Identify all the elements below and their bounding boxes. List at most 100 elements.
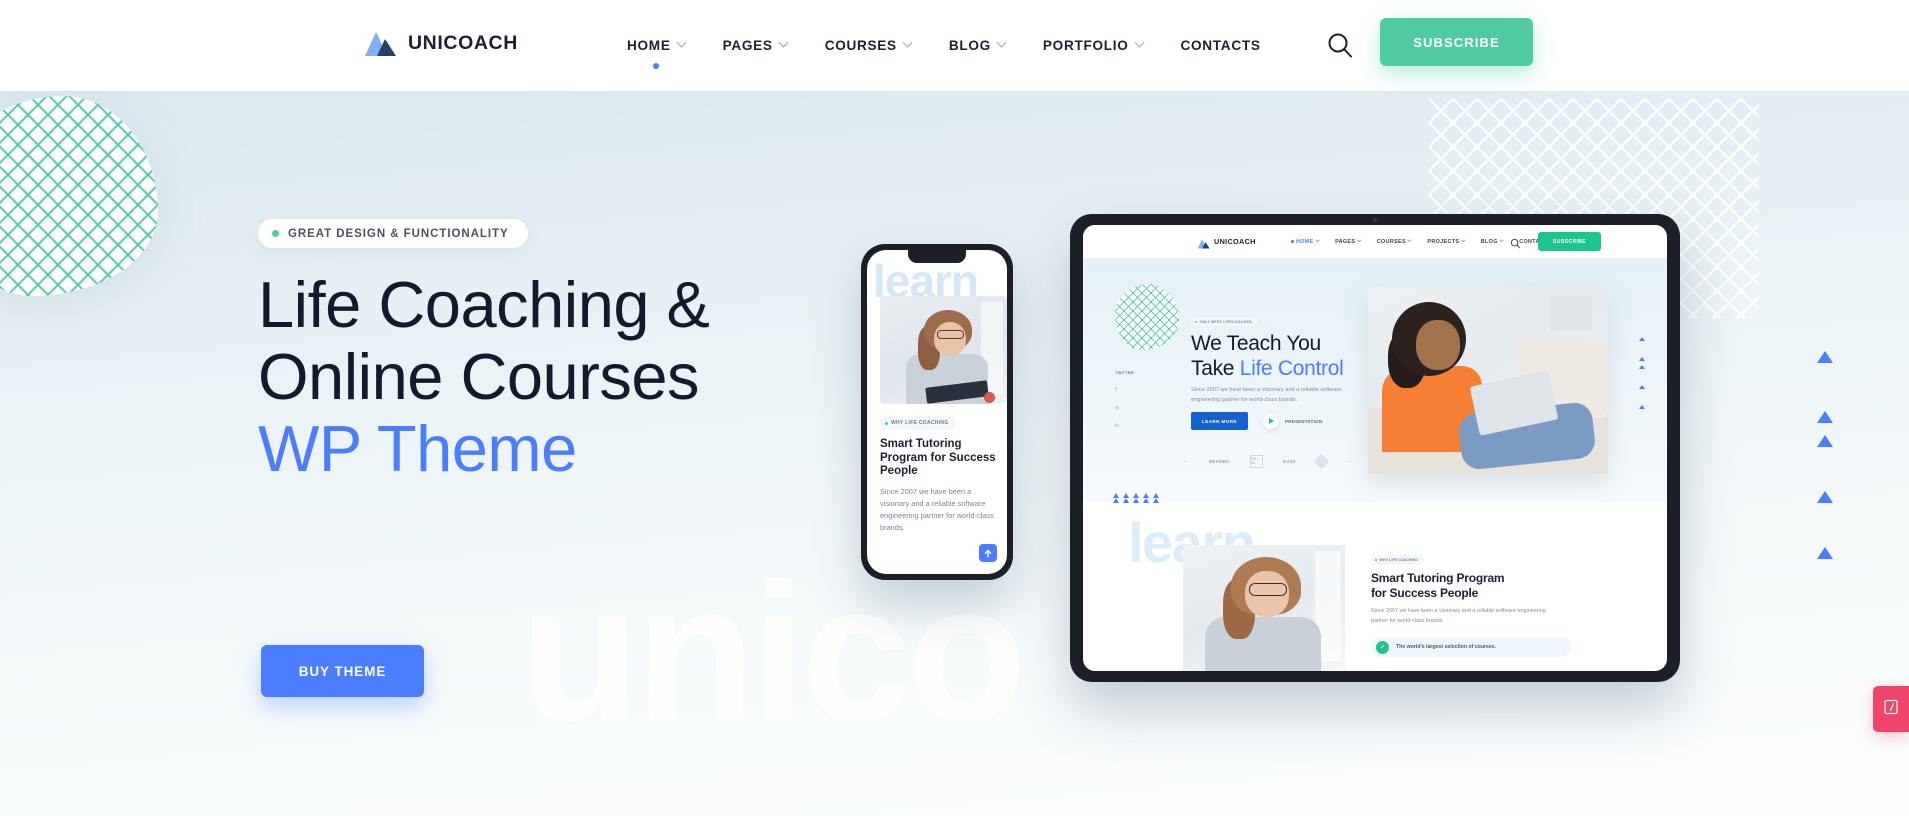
hero-title: Life Coaching & Online Courses WP Theme: [258, 268, 710, 485]
nav-item-home[interactable]: HOME: [608, 0, 704, 91]
tablet-social-rail: TWITTER f ◎ in: [1115, 370, 1134, 429]
tablet-logo[interactable]: UNICOACH: [1197, 236, 1256, 249]
tablet-nav-item-courses[interactable]: COURSES: [1369, 237, 1420, 245]
nav-item-courses[interactable]: COURSES: [806, 0, 930, 91]
tablet-hero-photo: [1368, 286, 1608, 474]
title-line2-plain: Take: [1191, 357, 1240, 380]
title-line1: We Teach You: [1191, 332, 1321, 355]
nav-item-blog[interactable]: BLOG: [930, 0, 1024, 91]
heading-line2: for Success People: [1371, 586, 1479, 600]
carousel-prev-icon[interactable]: ←: [1183, 458, 1189, 464]
nav-label: PAGES: [1335, 238, 1356, 245]
nav-label: HOME: [627, 38, 671, 53]
play-icon: [1263, 413, 1278, 429]
search-icon[interactable]: [1325, 30, 1356, 61]
tablet-learn-more-button[interactable]: LEARN MORE: [1191, 412, 1248, 430]
tablet-nav-item-blog[interactable]: BLOG: [1473, 237, 1511, 245]
arrow-up-icon[interactable]: [979, 544, 997, 562]
tablet-section-badge: WHY LIFE COACHING: [1371, 555, 1425, 564]
tablet-presentation-button[interactable]: PRESENTATION: [1263, 412, 1322, 430]
tablet-nav-item-home[interactable]: HOME: [1283, 237, 1327, 245]
triangle-icon: [1123, 498, 1129, 503]
nav-item-portfolio[interactable]: PORTFOLIO: [1024, 0, 1162, 91]
hero-section: unico GREAT DESIGN & FUNCTIONALITY Life …: [0, 91, 1909, 816]
nav-item-contacts[interactable]: CONTACTS: [1162, 0, 1280, 91]
title-line2-accent: Life Control: [1239, 357, 1344, 380]
nav-label: PORTFOLIO: [1042, 38, 1129, 53]
feedback-icon: [1883, 699, 1899, 720]
logo[interactable]: UNICOACH: [363, 29, 518, 57]
chevron-down-icon: [1315, 237, 1320, 243]
chevron-down-icon: [1134, 37, 1144, 48]
triangle-icon: [1143, 498, 1149, 503]
brand-hex-icon[interactable]: [1313, 453, 1330, 469]
tablet-secondary-photo: [1183, 545, 1345, 671]
social-label[interactable]: TWITTER: [1115, 370, 1134, 375]
chevron-down-icon: [1461, 237, 1466, 243]
tablet-section-heading: Smart Tutoring Program for Success Peopl…: [1371, 571, 1561, 601]
brand-logo[interactable]: BRAMBO: [1209, 459, 1230, 464]
triangle-icon: [1817, 547, 1833, 559]
active-dot-icon: [1291, 240, 1294, 243]
photo-face: [1416, 320, 1460, 370]
brand-logo[interactable]: FIR / SK: [1249, 454, 1263, 468]
chevron-down-icon: [676, 37, 687, 48]
subscribe-button[interactable]: SUBSCRIBE: [1380, 18, 1533, 66]
triangle-icon: [1639, 357, 1645, 361]
tablet-hero: TWITTER f ◎ in ONLY BEST LIFECOACHES We …: [1083, 258, 1667, 502]
tablet-nav-item-pages[interactable]: PAGES: [1327, 237, 1369, 245]
photo-apple: [984, 392, 995, 403]
triangle-icon: [1817, 351, 1833, 363]
chevron-down-icon: [1499, 237, 1504, 243]
brand-logo[interactable]: KUSS: [1283, 459, 1296, 464]
check-icon: ✓: [1376, 640, 1389, 654]
buy-theme-button[interactable]: BUY THEME: [261, 645, 424, 697]
tablet-feature-chip: ✓ The world's largest selection of cours…: [1371, 637, 1571, 657]
nav-item-pages[interactable]: PAGES: [704, 0, 806, 91]
logo-text: UNICOACH: [408, 31, 518, 54]
instagram-icon[interactable]: ◎: [1115, 405, 1119, 411]
triangle-icon: [1817, 491, 1833, 503]
triangle-icon: [1133, 498, 1139, 503]
hero-title-line1: Life Coaching &: [258, 268, 710, 341]
chevron-down-icon: [996, 37, 1007, 48]
mountain-logo-icon: [1197, 236, 1210, 249]
phone-hero-photo: [880, 296, 1007, 404]
decorative-triangle-column: [1639, 337, 1645, 409]
triangle-icon: [1113, 498, 1119, 503]
badge-dot-icon: [272, 230, 279, 237]
photo-face: [934, 322, 966, 356]
chevron-down-icon: [1407, 237, 1413, 243]
phone-screen: learn WHY LIFE COACHING Smart Tutoring P…: [867, 250, 1007, 574]
feature-label: The world's largest selection of courses…: [1396, 644, 1497, 650]
photo-glasses: [937, 330, 964, 339]
nav-label: CONTACTS: [1180, 38, 1261, 53]
nav-label: HOME: [1296, 238, 1314, 245]
main-navigation: HOME PAGES COURSES BLOG PORTFOLIO CONTAC…: [608, 0, 1280, 91]
nav-label: BLOG: [1480, 238, 1498, 245]
linkedin-icon[interactable]: in: [1115, 423, 1119, 429]
hero-badge: GREAT DESIGN & FUNCTIONALITY: [258, 219, 528, 248]
photo-wall-art: [1550, 296, 1592, 330]
section-badge-label: WHY LIFE COACHING: [1379, 557, 1419, 562]
phone-mockup: learn WHY LIFE COACHING Smart Tutoring P…: [861, 244, 1013, 580]
chevron-down-icon: [902, 37, 913, 48]
tablet-nav-item-projects[interactable]: PROJECTS: [1419, 237, 1472, 245]
facebook-icon[interactable]: f: [1115, 387, 1116, 393]
phone-heading: Smart Tutoring Program for Success Peopl…: [880, 438, 996, 477]
tablet-screen: UNICOACH HOME PAGES COURSES PROJECTS BLO…: [1083, 225, 1667, 671]
tablet-navbar: UNICOACH HOME PAGES COURSES PROJECTS BLO…: [1083, 225, 1667, 258]
nav-label: COURSES: [1376, 238, 1406, 245]
side-feedback-tab[interactable]: [1873, 686, 1909, 732]
triangle-icon: [1639, 405, 1645, 409]
carousel-next-icon[interactable]: →: [1347, 458, 1353, 464]
tablet-hero-badge: ONLY BEST LIFECOACHES: [1191, 317, 1258, 326]
mountain-logo-icon: [363, 29, 397, 57]
search-icon[interactable]: [1510, 236, 1521, 249]
hero-title-line3: WP Theme: [258, 412, 577, 485]
decorative-triangle-grid: [1113, 493, 1162, 503]
triangle-icon: [1639, 365, 1645, 369]
badge-dot-icon: [1195, 320, 1197, 323]
tablet-subscribe-button[interactable]: SUBSCRIBE: [1538, 232, 1601, 251]
chevron-down-icon: [778, 37, 789, 48]
